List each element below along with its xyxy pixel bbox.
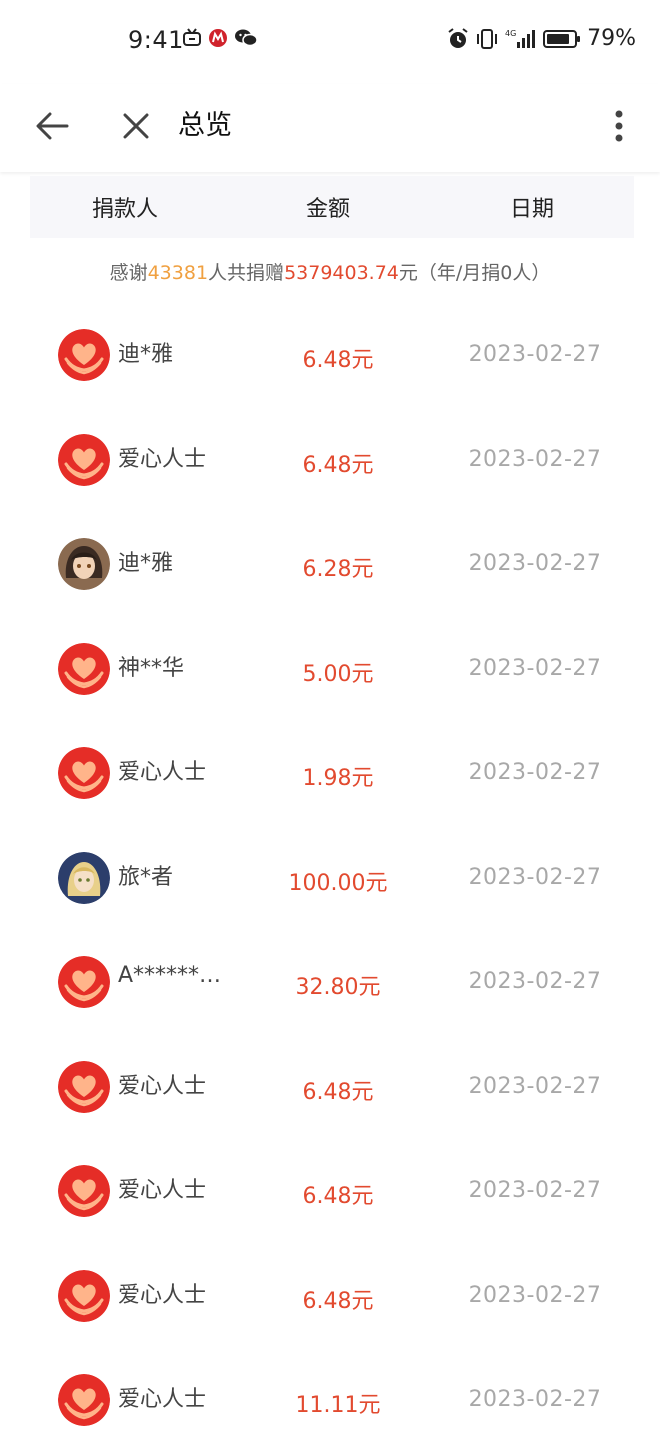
more-menu-button[interactable] — [604, 104, 634, 148]
summary-prefix: 感谢 — [109, 262, 148, 284]
donation-amount: 1.98元 — [302, 766, 374, 791]
donation-amount: 100.00元 — [288, 871, 388, 896]
heart-hands-icon — [58, 329, 110, 381]
arrow-left-icon — [36, 112, 69, 140]
donor-name: 神**华 — [118, 656, 185, 681]
donation-row[interactable]: 神**华 5.00元 2023-02-27 — [0, 616, 660, 720]
donation-date: 2023-02-27 — [468, 551, 602, 576]
heart-hands-icon — [58, 643, 110, 695]
heart-hands-icon — [58, 1270, 110, 1322]
donation-amount: 6.48元 — [302, 1289, 374, 1314]
donation-amount: 6.48元 — [302, 348, 374, 373]
donation-date: 2023-02-27 — [468, 1283, 602, 1308]
donation-summary: 感谢43381人共捐赠5379403.74元（年/月捐0人） — [0, 258, 660, 285]
column-header-date: 日期 — [510, 197, 555, 222]
donation-row[interactable]: 爱心人士 6.48元 2023-02-27 — [0, 1138, 660, 1242]
heart-hands-icon — [58, 1165, 110, 1217]
status-notification-icons — [182, 28, 258, 48]
donor-name: 爱心人士 — [118, 1178, 207, 1203]
donation-date: 2023-02-27 — [468, 1387, 602, 1412]
heart-hands-icon — [58, 747, 110, 799]
status-bar: 9:41 4G 79% — [0, 0, 660, 84]
donor-name: 爱心人士 — [118, 1387, 207, 1412]
column-header-donor: 捐款人 — [92, 197, 159, 222]
avatar — [58, 852, 110, 904]
donor-name: 爱心人士 — [118, 447, 207, 472]
donation-row[interactable]: 迪*雅 6.48元 2023-02-27 — [0, 302, 660, 406]
table-header: 捐款人 金额 日期 — [30, 176, 634, 238]
donation-amount: 6.48元 — [302, 1080, 374, 1105]
donor-name: 迪*雅 — [118, 342, 174, 367]
more-vertical-icon — [615, 110, 623, 142]
donation-row[interactable]: 爱心人士 6.48元 2023-02-27 — [0, 1034, 660, 1138]
heart-hands-icon — [58, 1374, 110, 1426]
total-amount: 5379403.74 — [284, 262, 399, 284]
signal-icon: 4G — [505, 29, 536, 48]
avatar — [58, 538, 110, 590]
status-time: 9:41 — [128, 26, 184, 54]
heart-hands-icon — [58, 956, 110, 1008]
donor-name: 迪*雅 — [118, 551, 174, 576]
heart-hands-icon — [58, 1061, 110, 1113]
donor-name: 旅*者 — [118, 865, 174, 890]
donation-date: 2023-02-27 — [468, 447, 602, 472]
donation-date: 2023-02-27 — [468, 1074, 602, 1099]
donor-name: A******… — [118, 963, 222, 988]
donation-row[interactable]: 旅*者 100.00元 2023-02-27 — [0, 825, 660, 929]
page-title: 总览 — [178, 110, 232, 141]
donor-name: 爱心人士 — [118, 1283, 207, 1308]
back-button[interactable] — [30, 104, 74, 148]
vibrate-icon — [477, 28, 498, 49]
battery-percent: 79% — [587, 26, 636, 51]
close-icon — [123, 113, 149, 139]
top-nav-bar: 总览 — [0, 84, 660, 172]
donation-date: 2023-02-27 — [468, 969, 602, 994]
heart-hands-icon — [58, 434, 110, 486]
close-button[interactable] — [114, 104, 158, 148]
donation-row[interactable]: A******… 32.80元 2023-02-27 — [0, 929, 660, 1033]
alarm-icon — [448, 27, 468, 48]
donor-name: 爱心人士 — [118, 760, 207, 785]
donation-amount: 6.28元 — [302, 557, 374, 582]
summary-suffix: 元（年/月捐0人） — [398, 262, 551, 284]
donation-amount: 32.80元 — [295, 975, 381, 1000]
donor-count: 43381 — [147, 262, 209, 284]
summary-middle: 人共捐赠 — [208, 262, 285, 284]
donation-amount: 6.48元 — [302, 1184, 374, 1209]
donation-amount: 11.11元 — [295, 1393, 381, 1418]
donation-row[interactable]: 爱心人士 6.48元 2023-02-27 — [0, 407, 660, 511]
donation-date: 2023-02-27 — [468, 760, 602, 785]
status-system-icons: 4G 79% — [447, 26, 636, 51]
donor-name: 爱心人士 — [118, 1074, 207, 1099]
column-header-amount: 金额 — [306, 197, 351, 222]
donation-date: 2023-02-27 — [468, 342, 602, 367]
donation-amount: 5.00元 — [302, 662, 374, 687]
donation-date: 2023-02-27 — [468, 656, 602, 681]
donation-row[interactable]: 爱心人士 6.48元 2023-02-27 — [0, 1243, 660, 1347]
donation-date: 2023-02-27 — [468, 1178, 602, 1203]
donation-amount: 6.48元 — [302, 453, 374, 478]
tv-app-icon — [183, 28, 201, 46]
battery-icon — [543, 29, 581, 48]
donation-row[interactable]: 爱心人士 1.98元 2023-02-27 — [0, 720, 660, 824]
bank-app-icon — [209, 29, 227, 47]
donation-row[interactable]: 迪*雅 6.28元 2023-02-27 — [0, 511, 660, 615]
wechat-icon — [235, 29, 258, 47]
donation-date: 2023-02-27 — [468, 865, 602, 890]
donation-row[interactable]: 爱心人士 11.11元 2023-02-27 — [0, 1347, 660, 1451]
svg-text:4G: 4G — [505, 29, 516, 38]
